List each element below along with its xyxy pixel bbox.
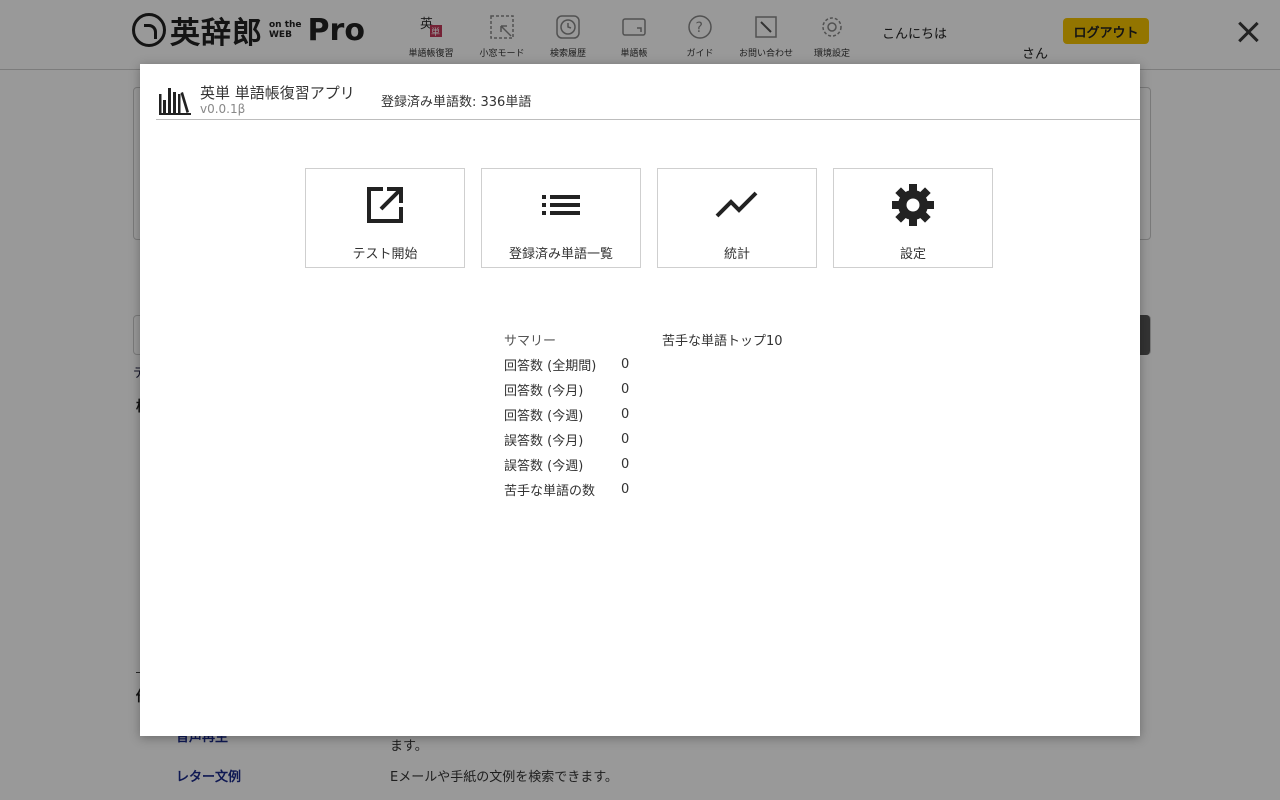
action-tiles: テスト開始 登録済み単語一覧 統計 設定: [305, 168, 993, 268]
tile-label: テスト開始: [352, 247, 418, 262]
trend-line-icon: [715, 183, 759, 227]
summary-value: 0: [621, 482, 630, 497]
summary-section: サマリー 回答数 (全期間) 0 回答数 (今月) 0 回答数 (今週) 0 誤…: [504, 330, 651, 502]
modal-header: 英単 単語帳復習アプリ v0.0.1β 登録済み単語数: 336単語: [156, 64, 1140, 120]
start-test-button[interactable]: テスト開始: [305, 168, 465, 268]
gear-icon: [891, 183, 935, 227]
summary-row: 誤答数 (今月) 0: [504, 427, 651, 452]
summary-label: 苦手な単語の数: [504, 484, 596, 499]
app-title: 英単 単語帳復習アプリ: [200, 84, 355, 102]
settings-button[interactable]: 設定: [833, 168, 993, 268]
summary-label: 回答数 (今月): [504, 384, 584, 399]
summary-row: 回答数 (今月) 0: [504, 377, 651, 402]
list-icon: [539, 183, 583, 227]
summary-label: 誤答数 (今週): [504, 459, 584, 474]
summary-title: サマリー: [504, 334, 557, 349]
tile-label: 設定: [899, 247, 926, 262]
books-icon: [158, 84, 191, 115]
summary-row: 回答数 (今週) 0: [504, 402, 651, 427]
app-version: v0.0.1β: [200, 102, 246, 116]
summary-value: 0: [621, 457, 630, 472]
word-list-button[interactable]: 登録済み単語一覧: [481, 168, 641, 268]
summary-label: 回答数 (全期間): [504, 359, 597, 374]
summary-row: 誤答数 (今週) 0: [504, 452, 651, 477]
open-external-icon: [363, 183, 407, 227]
summary-value: 0: [621, 407, 630, 422]
summary-value: 0: [621, 432, 630, 447]
close-icon[interactable]: [1233, 17, 1263, 47]
statistics-button[interactable]: 統計: [657, 168, 817, 268]
summary-label: 回答数 (今週): [504, 409, 584, 424]
summary-label: 誤答数 (今月): [504, 434, 584, 449]
registered-word-count: 登録済み単語数: 336単語: [381, 95, 532, 110]
summary-value: 0: [621, 357, 630, 372]
summary-value: 0: [621, 382, 630, 397]
tile-label: 統計: [723, 247, 750, 262]
tile-label: 登録済み単語一覧: [508, 247, 613, 262]
summary-row: 回答数 (全期間) 0: [504, 352, 651, 377]
summary-row: 苦手な単語の数 0: [504, 477, 651, 502]
vocab-review-modal: 英単 単語帳復習アプリ v0.0.1β 登録済み単語数: 336単語 テスト開始…: [140, 64, 1140, 736]
weak-words-title: 苦手な単語トップ10: [662, 334, 783, 349]
